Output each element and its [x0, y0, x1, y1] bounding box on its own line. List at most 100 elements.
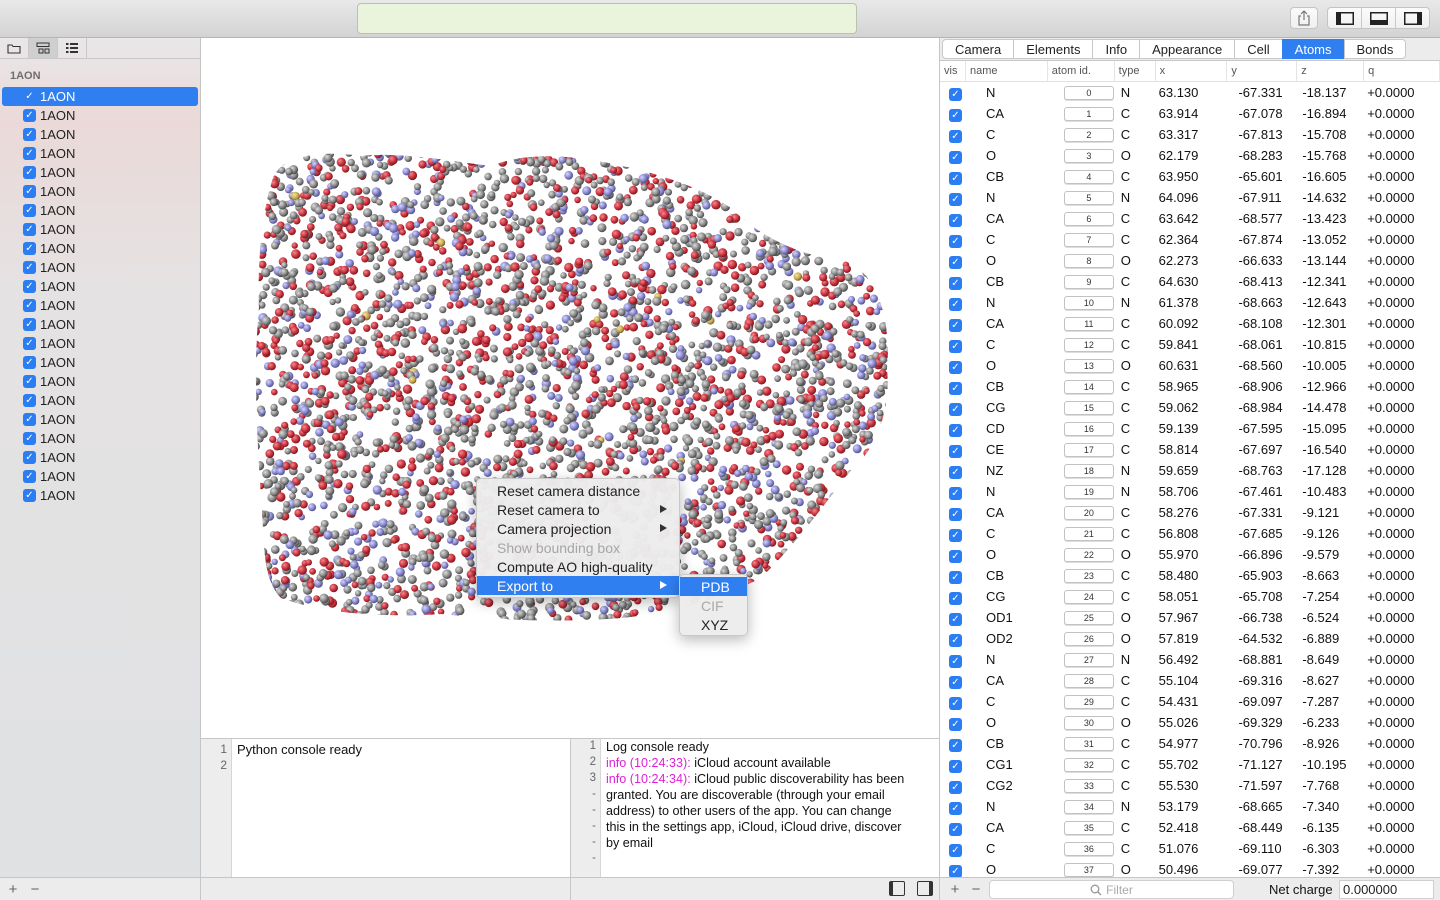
table-row[interactable]: ✓ N 5 N 64.096 -67.911 -14.632 +0.0000	[940, 187, 1440, 208]
atom-id-field[interactable]: 33	[1063, 778, 1114, 793]
atom-charge[interactable]: +0.0000	[1364, 820, 1440, 835]
atom-charge[interactable]: +0.0000	[1364, 547, 1440, 562]
atom-charge[interactable]: +0.0000	[1364, 106, 1440, 121]
atom-id-field[interactable]: 8	[1063, 253, 1114, 268]
tab-elements[interactable]: Elements	[1013, 39, 1093, 59]
atom-charge[interactable]: +0.0000	[1364, 400, 1440, 415]
atom-charge[interactable]: +0.0000	[1364, 211, 1440, 226]
atom-x[interactable]: 55.970	[1156, 547, 1228, 562]
submenu-item[interactable]: XYZ	[680, 615, 747, 634]
menu-item[interactable]: Camera projection	[477, 519, 679, 538]
atom-x[interactable]: 61.378	[1156, 295, 1228, 310]
atom-x[interactable]: 58.814	[1156, 442, 1228, 457]
atom-y[interactable]: -67.595	[1227, 421, 1297, 436]
atom-id-field[interactable]: 37	[1063, 862, 1114, 877]
atom-type[interactable]: C	[1115, 778, 1156, 793]
tab-info[interactable]: Info	[1092, 39, 1140, 59]
atom-z[interactable]: -9.126	[1297, 526, 1364, 541]
atom-y[interactable]: -71.597	[1227, 778, 1297, 793]
visibility-checkbox[interactable]: ✓	[949, 402, 962, 416]
atom-charge[interactable]: +0.0000	[1364, 463, 1440, 478]
atom-type[interactable]: N	[1115, 295, 1156, 310]
atom-name[interactable]: CB	[966, 379, 1048, 394]
atom-y[interactable]: -68.413	[1227, 274, 1297, 289]
list-item[interactable]: ✓ 1AON	[0, 163, 200, 182]
visibility-checkbox[interactable]: ✓	[949, 570, 962, 584]
atom-y[interactable]: -68.881	[1227, 652, 1297, 667]
atom-name[interactable]: OD2	[966, 631, 1048, 646]
molecule-3d-view[interactable]	[201, 38, 939, 738]
table-row[interactable]: ✓ CG 24 C 58.051 -65.708 -7.254 +0.0000	[940, 586, 1440, 607]
atom-y[interactable]: -71.127	[1227, 757, 1297, 772]
filter-field[interactable]: Filter	[989, 880, 1234, 899]
atom-z[interactable]: -7.340	[1297, 799, 1364, 814]
visibility-checkbox[interactable]: ✓	[949, 171, 962, 185]
atom-x[interactable]: 51.076	[1156, 841, 1228, 856]
atom-type[interactable]: O	[1115, 862, 1156, 877]
atom-z[interactable]: -14.478	[1297, 400, 1364, 415]
atom-type[interactable]: C	[1115, 841, 1156, 856]
tab-atoms[interactable]: Atoms	[1281, 39, 1344, 59]
atom-id-field[interactable]: 28	[1063, 673, 1114, 688]
column-header[interactable]: z	[1297, 60, 1365, 82]
atom-type[interactable]: C	[1115, 526, 1156, 541]
atom-x[interactable]: 60.092	[1156, 316, 1228, 331]
atom-charge[interactable]: +0.0000	[1364, 232, 1440, 247]
atom-charge[interactable]: +0.0000	[1364, 442, 1440, 457]
visibility-checkbox[interactable]: ✓	[949, 675, 962, 689]
atom-id-field[interactable]: 7	[1063, 232, 1114, 247]
atom-z[interactable]: -17.128	[1297, 463, 1364, 478]
visibility-checkbox[interactable]: ✓	[949, 507, 962, 521]
list-item[interactable]: ✓ 1AON	[0, 182, 200, 201]
table-row[interactable]: ✓ CA 6 C 63.642 -68.577 -13.423 +0.0000	[940, 208, 1440, 229]
atom-x[interactable]: 63.130	[1156, 85, 1228, 100]
atom-charge[interactable]: +0.0000	[1364, 736, 1440, 751]
atom-type[interactable]: O	[1115, 715, 1156, 730]
list-item[interactable]: ✓ 1AON	[0, 106, 200, 125]
list-item[interactable]: ✓ 1AON	[0, 144, 200, 163]
visibility-checkbox[interactable]: ✓	[949, 318, 962, 332]
atom-y[interactable]: -69.077	[1227, 862, 1297, 877]
atom-name[interactable]: N	[966, 799, 1048, 814]
visibility-checkbox[interactable]: ✓	[949, 276, 962, 290]
remove-item-button[interactable]: −	[26, 881, 44, 898]
remove-atom-button[interactable]: −	[967, 881, 985, 898]
atom-x[interactable]: 59.841	[1156, 337, 1228, 352]
atom-z[interactable]: -10.815	[1297, 337, 1364, 352]
visibility-checkbox[interactable]: ✓	[949, 780, 962, 794]
atom-x[interactable]: 64.630	[1156, 274, 1228, 289]
atom-y[interactable]: -65.601	[1227, 169, 1297, 184]
atom-id-field[interactable]: 9	[1063, 274, 1114, 289]
atom-name[interactable]: N	[966, 652, 1048, 667]
list-item[interactable]: ✓ 1AON	[0, 467, 200, 486]
atom-x[interactable]: 64.096	[1156, 190, 1228, 205]
table-row[interactable]: ✓ OD2 26 O 57.819 -64.532 -6.889 +0.0000	[940, 628, 1440, 649]
checkbox-checked-icon[interactable]: ✓	[23, 128, 36, 141]
table-row[interactable]: ✓ CG1 32 C 55.702 -71.127 -10.195 +0.0000	[940, 754, 1440, 775]
atom-charge[interactable]: +0.0000	[1364, 316, 1440, 331]
table-row[interactable]: ✓ CA 11 C 60.092 -68.108 -12.301 +0.0000	[940, 313, 1440, 334]
atom-name[interactable]: CA	[966, 673, 1048, 688]
atom-z[interactable]: -8.627	[1297, 673, 1364, 688]
checkbox-checked-icon[interactable]: ✓	[23, 299, 36, 312]
table-row[interactable]: ✓ NZ 18 N 59.659 -68.763 -17.128 +0.0000	[940, 460, 1440, 481]
atom-type[interactable]: C	[1115, 337, 1156, 352]
checkbox-checked-icon[interactable]: ✓	[23, 223, 36, 236]
visibility-checkbox[interactable]: ✓	[949, 843, 962, 857]
column-header[interactable]: vis	[940, 60, 966, 82]
visibility-checkbox[interactable]: ✓	[949, 528, 962, 542]
atom-name[interactable]: CA	[966, 211, 1048, 226]
toggle-right-panel-button[interactable]	[1396, 8, 1429, 28]
atom-charge[interactable]: +0.0000	[1364, 169, 1440, 184]
visibility-checkbox[interactable]: ✓	[949, 696, 962, 710]
atom-id-field[interactable]: 36	[1063, 841, 1114, 856]
list-item[interactable]: ✓ 1AON	[0, 486, 200, 505]
table-row[interactable]: ✓ O 8 O 62.273 -66.633 -13.144 +0.0000	[940, 250, 1440, 271]
visibility-checkbox[interactable]: ✓	[949, 423, 962, 437]
log-console[interactable]: 123----- Log console ready info (10:24:33…	[571, 738, 939, 877]
atom-id-field[interactable]: 5	[1063, 190, 1114, 205]
atom-id-field[interactable]: 19	[1063, 484, 1114, 499]
atom-name[interactable]: CG1	[966, 757, 1048, 772]
column-header[interactable]: x	[1156, 60, 1228, 82]
visibility-checkbox[interactable]: ✓	[949, 255, 962, 269]
